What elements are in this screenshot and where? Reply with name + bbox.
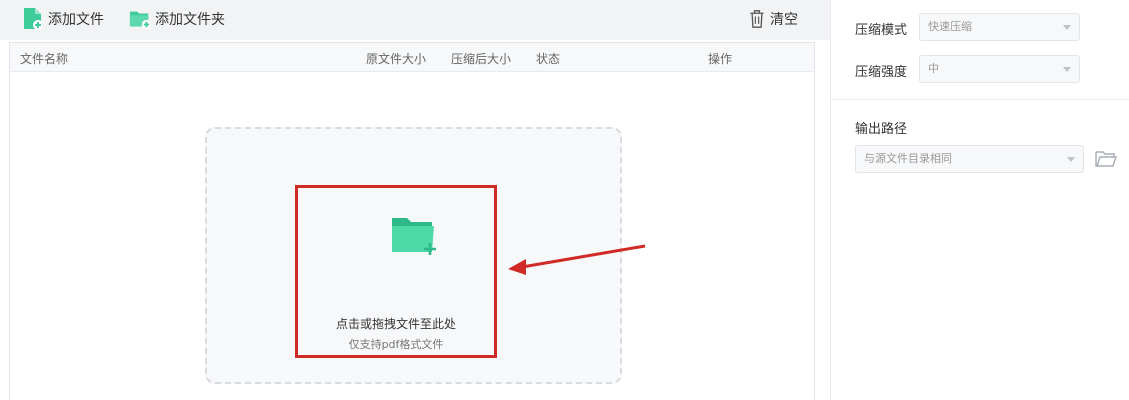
chevron-down-icon — [1067, 157, 1075, 162]
settings-divider — [831, 99, 1129, 100]
column-status: 状态 — [536, 52, 561, 66]
output-path-select[interactable]: 与源文件目录相同 — [855, 145, 1084, 173]
output-path-label: 输出路径 — [855, 122, 908, 137]
add-file-button[interactable]: 添加文件 — [22, 6, 104, 32]
add-folder-icon — [129, 11, 151, 30]
drop-target-highlight[interactable]: 点击或拖拽文件至此处 仅支持pdf格式文件 — [295, 185, 497, 358]
toolbar: 添加文件 添加文件夹 清空 — [0, 0, 830, 40]
output-path-value: 与源文件目录相同 — [864, 152, 952, 165]
chevron-down-icon — [1063, 67, 1071, 72]
compression-strength-value: 中 — [928, 62, 939, 75]
file-list-panel: 文件名称 原文件大小 压缩后大小 状态 操作 点击或拖拽文件至此处 仅支持pdf… — [9, 42, 815, 400]
column-original-size: 原文件大小 — [366, 52, 427, 66]
add-file-label: 添加文件 — [48, 12, 104, 28]
compression-strength-label: 压缩强度 — [855, 65, 908, 80]
clear-label: 清空 — [770, 12, 798, 28]
column-compressed-size: 压缩后大小 — [451, 52, 512, 66]
add-file-icon — [24, 8, 43, 30]
drop-zone[interactable]: 点击或拖拽文件至此处 仅支持pdf格式文件 — [205, 127, 622, 384]
drop-title: 点击或拖拽文件至此处 — [335, 317, 456, 331]
file-list-header: 文件名称 原文件大小 压缩后大小 状态 操作 — [10, 43, 814, 72]
chevron-down-icon — [1063, 25, 1071, 30]
browse-folder-icon[interactable] — [1095, 149, 1117, 169]
folder-add-icon — [392, 218, 436, 255]
clear-button[interactable]: 清空 — [748, 6, 798, 32]
column-actions: 操作 — [708, 52, 733, 66]
compression-strength-select[interactable]: 中 — [919, 55, 1080, 83]
add-folder-button[interactable]: 添加文件夹 — [129, 6, 225, 32]
trash-icon — [750, 10, 764, 28]
drop-subtitle: 仅支持pdf格式文件 — [348, 338, 444, 351]
compression-mode-value: 快速压缩 — [928, 20, 972, 33]
settings-panel: 压缩模式 快速压缩 压缩强度 中 输出路径 与源文件目录相同 — [830, 0, 1129, 400]
column-file-name: 文件名称 — [20, 52, 69, 66]
compression-mode-label: 压缩模式 — [855, 23, 908, 38]
compression-mode-select[interactable]: 快速压缩 — [919, 13, 1080, 41]
add-folder-label: 添加文件夹 — [155, 12, 225, 28]
